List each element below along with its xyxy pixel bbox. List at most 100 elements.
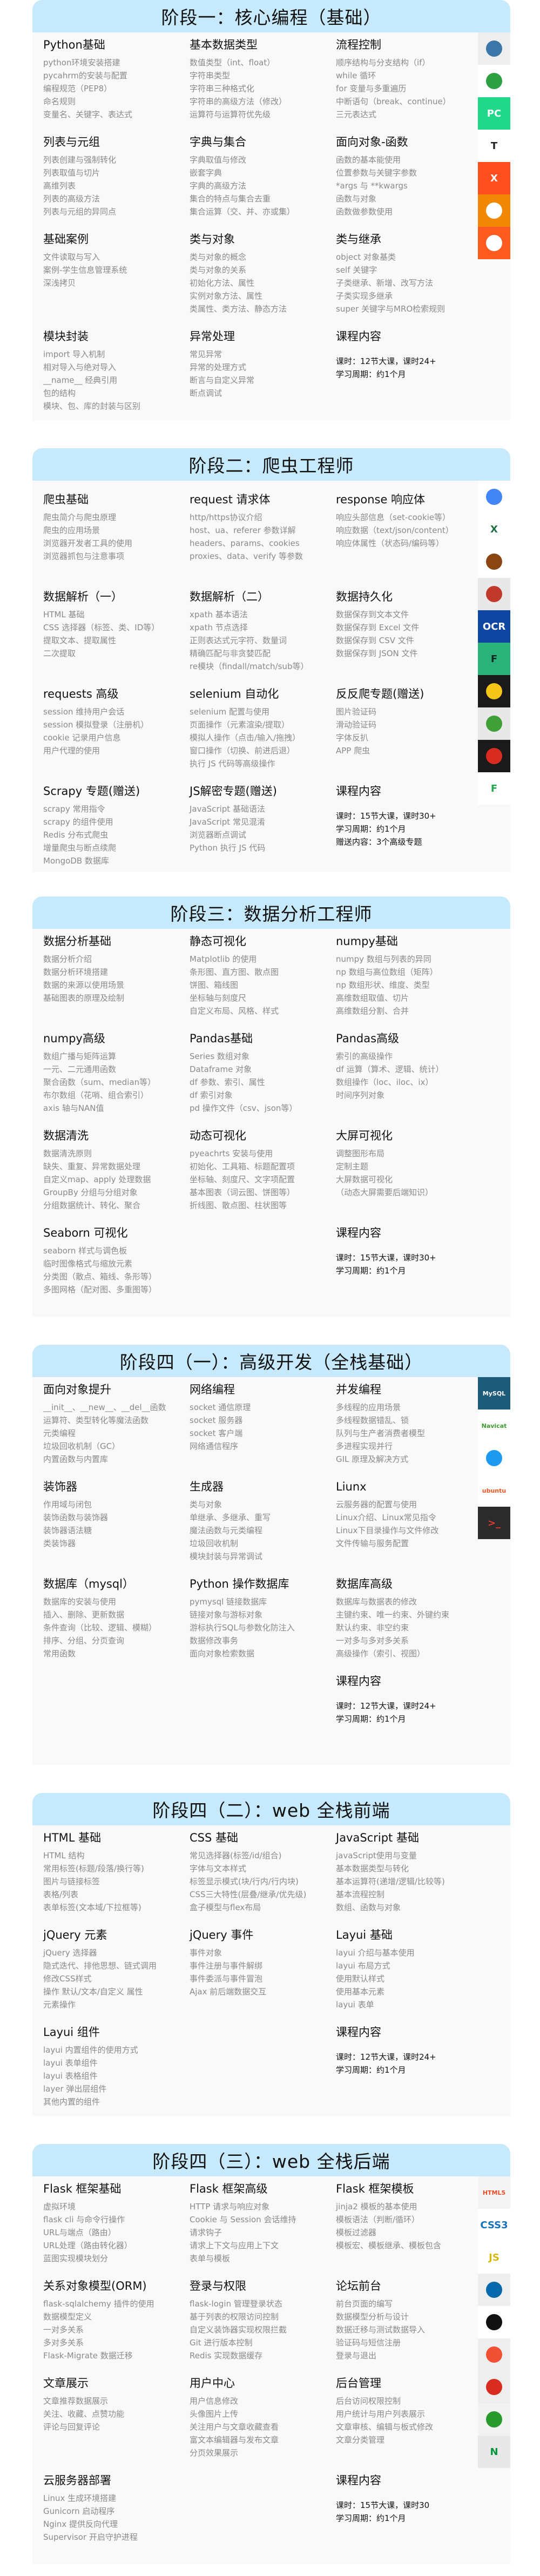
module-item: 字符串的高级方法（修改） (190, 97, 287, 106)
tool-icon-label: ubuntu (482, 1487, 507, 1494)
module-item-list: xpath 基本语法 xpath 节点选择 正则表达式元字符、数量词 精确匹配与非贪婪… (190, 608, 336, 673)
module-item: np 数组与高位数组（矩阵） (336, 967, 438, 977)
stage-body: Flask 框架基础 虚拟环境 flask cli 与命令行操作 URL与端点（路由）… (32, 2176, 510, 2564)
module-item: 魔法函数与元类编程 (190, 1526, 263, 1535)
css3-icon: CSS3 (478, 2209, 510, 2241)
module-item: HTTP 请求与响应对象 (190, 2202, 270, 2211)
module-item-list: selenium 配置与使用 页面操作（元素渲染/提取） 模拟人操作（点击/输入/拖… (190, 705, 336, 770)
module-item: 嵌套字典 (190, 168, 222, 178)
module-item: 验证码与短信注册 (336, 2338, 401, 2348)
module-item: 浏览器开发者工具的使用 (43, 538, 133, 548)
module-item: 高维数组分割、合并 (336, 1006, 409, 1016)
module-item: object 对象基类 (336, 252, 396, 262)
drawio-icon (478, 194, 510, 227)
module-title: numpy高级 (43, 1032, 105, 1045)
module-item-list: 文章推荐数据展示 关注、收藏、点赞功能 评论与回复评论 (43, 2395, 190, 2433)
module-item-list: import 导入机制 相对导入与绝对导入 __name__ 经典引用 包的结构 模块、… (43, 348, 190, 413)
module-title: 反反爬专题(赠送) (336, 687, 424, 700)
module-item: Linux 生成环境搭建 (43, 2493, 117, 2503)
jupyter-ring-icon (478, 65, 510, 97)
module-item: 用户信息修改 (190, 2396, 239, 2406)
stage-card: 阶段四（二）：web 全栈前端 HTML 基础 HTML 结构 常用标签(标题/段落/… (32, 1793, 510, 2116)
module-item-list: flask-sqlalchemy 插件的使用 数据模型定义 一对多关系 多对多关系 Fl… (43, 2297, 190, 2362)
module-item-list: javaScript使用与变量 基本数据类型与转化 基本运算符(递增/逻辑/比较等)… (336, 1849, 482, 1914)
module-item: 元素操作 (43, 2000, 76, 2009)
module-item-list: HTTP 请求与响应对象 Cookie 与 Session 会话维持 请求钩子 请求上… (190, 2200, 336, 2265)
tool-icon-label: Navicat (481, 1422, 507, 1429)
module-item-list: jQuery 选择器 隐式迭代、排他思想、链式调用 修改CSS样式 操作 默认/文本/… (43, 1946, 190, 2011)
module-item: 用户代理的使用 (43, 746, 100, 756)
module-item: while 循环 (336, 71, 376, 80)
module-item: 主键约束、唯一约束、外键约束 (336, 1610, 450, 1620)
module-title: 大屏可视化 (336, 1129, 393, 1142)
module-block: 字典与集合 字典取值与修改 嵌套字典 字典的高级方法 集合的特点与集合去重 集合运算（交、… (190, 130, 336, 218)
module-item: 虚拟环境 (43, 2202, 76, 2211)
module-item: 模块封装与异常调试 (190, 1552, 263, 1561)
module-item: 默认约束、非空约束 (336, 1623, 409, 1633)
module-item: GroupBy 分组与分组对象 (43, 1188, 138, 1197)
tool-icon-label (486, 203, 502, 219)
module-item: 列表与元组的异同点 (43, 207, 117, 217)
module-block: 论坛前台 前台页面的编写 数据模型分析与设计 数据迁移与测试数据导入 验证码与短信注册登… (336, 2274, 482, 2362)
module-item: 数据修改事务 (190, 1636, 239, 1646)
module-item-list: 数据库与数据表的修改 主键约束、唯一约束、外键约束 默认约束、非空约束 一对多与多对多… (336, 1595, 482, 1660)
module-item-list: __init__、__new__、__del__函数 运算符、类型转化等魔法函数元… (43, 1401, 190, 1466)
module-item: 文件传输与服务配置 (336, 1539, 409, 1548)
module-item: 装饰器语法糖 (43, 1526, 92, 1535)
module-title: Flask 框架高级 (190, 2182, 268, 2195)
course-info-lines: 课时：12节大课，课时24+ 学习周期：约1个月 (336, 1700, 482, 1725)
tool-icon-label: X (490, 523, 498, 535)
module-item: 请求钩子 (190, 2228, 222, 2237)
module-item: 面向对象检索数据 (190, 1649, 255, 1658)
module-title: response 响应体 (336, 493, 426, 506)
module-item: 大屏数据可视化 (336, 1175, 393, 1184)
module-block: 生成器 类与对象 单继承、多继承、重写 魔法函数与元类编程 垃圾回收机制 模块封装与异常调… (190, 1474, 336, 1563)
module-item: 文件读取与写入 (43, 252, 100, 262)
tool-icon-strip: MySQL Navicat ubuntu >_ (478, 1377, 510, 1539)
module-block: 模块封装 import 导入机制 相对导入与绝对导入 __name__ 经典引用 包的结… (43, 324, 190, 413)
module-title: Layui 组件 (43, 2026, 100, 2039)
module-item: 单继承、多继承、重写 (190, 1513, 271, 1522)
module-item: pymysql 链接数据库 (190, 1597, 267, 1607)
module-block: 面向对象提升 __init__、__new__、__del__函数 运算符、类型转化… (43, 1377, 190, 1466)
tool-icon-label: MySQL (482, 1390, 506, 1397)
module-item-list: object 对象基类 self 关键字 子类继承、新增、改写方法 子类实现多继承 su… (336, 251, 482, 315)
module-item: 自定义map、apply 处理数据 (43, 1175, 151, 1184)
module-block: Pandas高级 索引的高级操作 df 运算（算术、逻辑、统计） 数组操作（loc、i… (336, 1026, 482, 1102)
module-item: 滑动验证码 (336, 720, 377, 730)
scraper-icon (478, 545, 510, 578)
module-title: 异常处理 (190, 330, 235, 343)
course-info: 课程内容 课时：15节大课，课时30+ 学习周期：约1个月 (336, 1220, 482, 1277)
module-item: 正则表达式元字符、数量词 (190, 636, 287, 645)
module-item: 临时图像格式与缩放元素 (43, 1259, 133, 1269)
module-item: 调整图形布局 (336, 1149, 385, 1158)
module-item-list: 调整图形布局 定制主题 大屏数据可视化 （动态大屏需要后端知识） (336, 1147, 482, 1199)
git-icon (478, 2338, 510, 2371)
module-item: 表单与模板 (190, 2254, 231, 2263)
module-item: 一元、二元通用函数 (43, 1064, 117, 1074)
course-info-lines: 课时：12节大课，课时24+ 学习周期：约1个月 (336, 355, 482, 381)
module-block: HTML 基础 HTML 结构 常用标签(标题/段落/换行等) 图片与链接标签 表格/列… (43, 1825, 190, 1914)
module-item-list: 数组广播与矩阵运算 一元、二元通用函数 聚合函数（sum、median等） 布尔数组（… (43, 1050, 190, 1115)
module-block: 流程控制 顺序结构与分支结构（if） while 循环 for 变量与多重遍历 中断语句… (336, 32, 482, 121)
module-item: 时间序列对象 (336, 1090, 385, 1100)
module-item: 编程规范（PEP8） (43, 84, 112, 93)
module-block: 类与继承 object 对象基类 self 关键字 子类继承、新增、改写方法 子类实现多… (336, 227, 482, 315)
module-item-list: Matplotlib 的使用 条形图、直方图、散点图 饼图、箱线图 坐标轴与刻度尺 自定… (190, 953, 336, 1017)
module-item-list: pyeachrts 安装与使用 初始化、工具箱、标题配置项 坐标轴、刻度尺、文字项配… (190, 1147, 336, 1212)
module-block: Liunx 云服务器的配置与使用 Linux介绍、Linux常见指令 Linux下目录… (336, 1474, 482, 1550)
module-block: 登录与权限 flask-login 管理登录状态 基于列表的权限访问控制 自定义装饰器… (190, 2274, 336, 2362)
module-item: 字典的高级方法 (190, 181, 247, 191)
module-block: 数据分析基础 数据分析介绍 数据分析环境搭建 数据的来源以使用场景 基础图表的原理及绘制 (43, 929, 190, 1004)
module-item: 一对多关系 (43, 2325, 84, 2335)
course-info-line: 课时：12节大课，课时24+ (336, 1701, 436, 1711)
tool-icon-label: X (490, 172, 498, 184)
module-title: 数据解析（二） (190, 590, 269, 603)
module-item-list: 前台页面的编写 数据模型分析与设计 数据迁移与测试数据导入 验证码与短信注册 登录与退出 (336, 2297, 482, 2362)
module-block: Flask 框架高级 HTTP 请求与响应对象 Cookie 与 Session 会… (190, 2176, 336, 2265)
tool-icon-label (486, 586, 502, 602)
module-block: 云服务器部署 Linux 生成环境搭建 Gunicorn 启动程序 Nginx 提供反… (43, 2468, 190, 2544)
tool-icon-label (486, 41, 502, 57)
module-block: 数据库（mysql） 数据库的安装与使用 插入、删除、更新数据 条件查询（比较、逻辑、… (43, 1572, 190, 1660)
module-item: 三元表达式 (336, 110, 377, 119)
